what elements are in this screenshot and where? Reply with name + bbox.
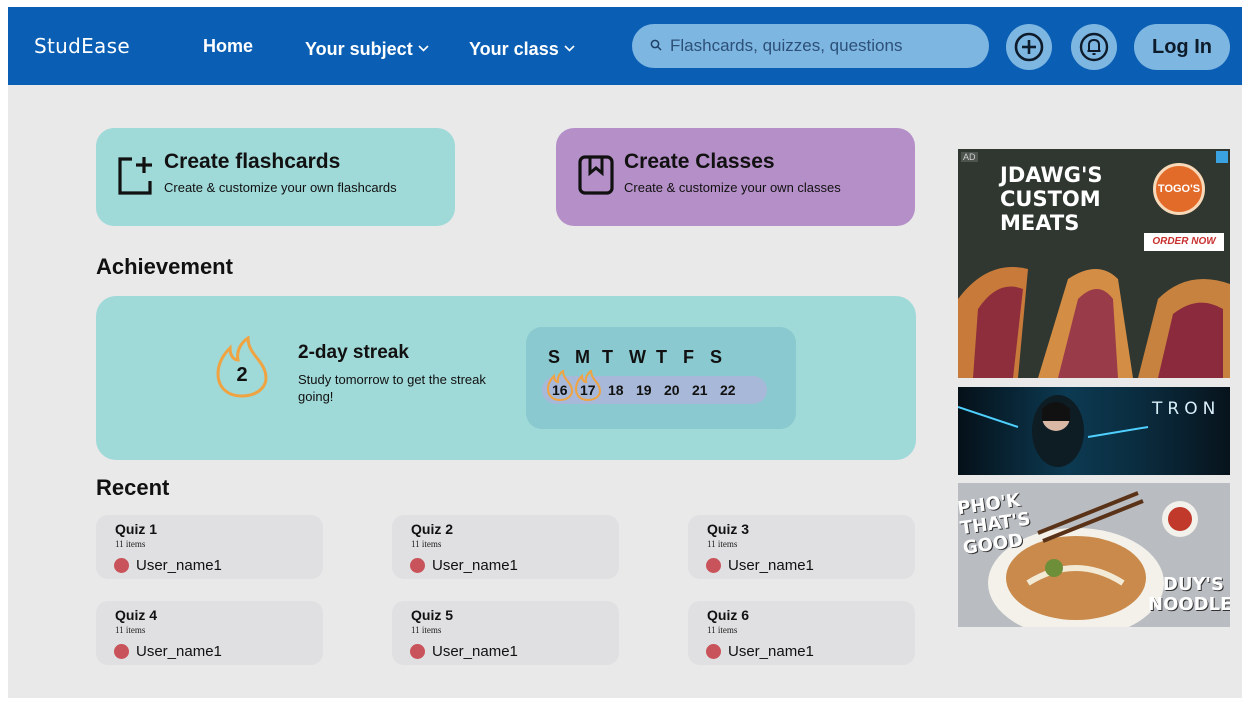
class-book-icon [578, 155, 614, 195]
ad-brand: DUY'S NOODLES [1148, 574, 1230, 615]
chevron-down-icon [564, 36, 575, 57]
quiz-author: User_name1 [432, 643, 518, 660]
recent-quiz-card[interactable]: Quiz 4 11 items User_name1 [96, 601, 323, 665]
ad-banner-tron[interactable]: TRON [958, 387, 1230, 475]
quiz-title: Quiz 3 [707, 521, 750, 537]
user-avatar-dot [410, 644, 425, 659]
flame-icon [574, 370, 602, 402]
recent-quiz-card[interactable]: Quiz 6 11 items User_name1 [688, 601, 915, 665]
quiz-item-count: 11 items [707, 625, 738, 635]
user-avatar-dot [706, 644, 721, 659]
recent-quiz-card[interactable]: Quiz 1 11 items User_name1 [96, 515, 323, 579]
quiz-author: User_name1 [728, 643, 814, 660]
weekday-label: W [629, 347, 646, 367]
bell-icon [1079, 32, 1109, 62]
brand-logo[interactable]: StudEase [34, 34, 130, 58]
recent-quiz-card[interactable]: Quiz 3 11 items User_name1 [688, 515, 915, 579]
calendar-weekdays: S M T W T F S [548, 347, 737, 368]
nav-subject-label: Your subject [305, 39, 413, 59]
create-classes-card[interactable]: Create Classes Create & customize your o… [556, 128, 915, 226]
create-flashcards-title: Create flashcards [164, 150, 341, 173]
quiz-item-count: 11 items [707, 539, 738, 549]
chevron-down-icon [418, 36, 429, 57]
create-flashcards-subtitle: Create & customize your own flashcards [164, 180, 397, 195]
streak-card: 2 2-day streak Study tomorrow to get the… [96, 296, 916, 460]
quiz-item-count: 11 items [115, 625, 146, 635]
nav-your-class[interactable]: Your class [469, 36, 575, 60]
weekday-label: S [710, 347, 723, 367]
ad-headline: TRON [1152, 399, 1221, 419]
recent-heading: Recent [96, 475, 170, 500]
weekday-label: T [602, 347, 613, 367]
user-avatar-dot [114, 558, 129, 573]
ad-headline: PHO'K THAT'S GOOD [958, 489, 1032, 559]
quiz-author: User_name1 [136, 557, 222, 574]
calendar-date: 21 [692, 382, 708, 398]
streak-calendar: S M T W T F S 16 17 18 19 20 21 22 [526, 327, 796, 429]
recent-quiz-card[interactable]: Quiz 5 11 items User_name1 [392, 601, 619, 665]
user-avatar-dot [410, 558, 425, 573]
ad-label: AD [961, 152, 978, 162]
quiz-title: Quiz 4 [115, 607, 158, 623]
quiz-item-count: 11 items [411, 539, 442, 549]
achievement-heading: Achievement [96, 254, 233, 279]
search-bar [632, 24, 989, 68]
calendar-date: 19 [636, 382, 652, 398]
ad-headline: JDAWG'S CUSTOM MEATS [1000, 163, 1103, 235]
top-navbar: StudEase Home Your subject Your class Lo… [8, 7, 1242, 85]
quiz-author: User_name1 [136, 643, 222, 660]
quiz-title: Quiz 5 [411, 607, 454, 623]
search-input[interactable] [670, 24, 980, 68]
nav-home[interactable]: Home [203, 36, 253, 57]
streak-count: 2 [236, 364, 248, 386]
weekday-label: S [548, 347, 561, 367]
calendar-date: 22 [720, 382, 736, 398]
quiz-title: Quiz 2 [411, 521, 454, 537]
add-button[interactable] [1006, 24, 1052, 70]
ad-banner-meats[interactable]: AD JDAWG'S CUSTOM MEATS TOGO'S ORDER NOW [958, 149, 1230, 378]
quiz-author: User_name1 [432, 557, 518, 574]
nav-class-label: Your class [469, 39, 559, 59]
quiz-item-count: 11 items [115, 539, 146, 549]
nav-home-label: Home [203, 36, 254, 56]
user-avatar-dot [706, 558, 721, 573]
togos-logo: TOGO'S [1153, 163, 1205, 215]
search-icon [650, 39, 662, 51]
plus-circle-icon [1014, 32, 1044, 62]
flame-icon [546, 370, 574, 402]
streak-subtitle: Study tomorrow to get the streak going! [298, 372, 486, 404]
login-button[interactable]: Log In [1134, 24, 1230, 70]
weekday-label: M [575, 347, 590, 367]
recent-quiz-card[interactable]: Quiz 2 11 items User_name1 [392, 515, 619, 579]
weekday-label: F [683, 347, 694, 367]
user-avatar-dot [114, 644, 129, 659]
quiz-title: Quiz 6 [707, 607, 750, 623]
add-flashcard-icon [118, 157, 152, 195]
calendar-date-active: 17 [574, 370, 608, 402]
create-flashcards-card[interactable]: Create flashcards Create & customize you… [96, 128, 455, 226]
quiz-author: User_name1 [728, 557, 814, 574]
quiz-item-count: 11 items [411, 625, 442, 635]
streak-title: 2-day streak [298, 342, 409, 363]
create-classes-subtitle: Create & customize your own classes [624, 180, 841, 195]
quiz-title: Quiz 1 [115, 521, 158, 537]
ad-banner-noodles[interactable]: PHO'K THAT'S GOOD DUY'S NOODLES [958, 483, 1230, 627]
app-frame: StudEase Home Your subject Your class Lo… [8, 7, 1242, 698]
notifications-button[interactable] [1071, 24, 1117, 70]
calendar-dates: 16 17 18 19 20 21 22 [546, 370, 748, 402]
weekday-label: T [656, 347, 667, 367]
create-classes-title: Create Classes [624, 150, 775, 173]
adchoices-icon[interactable] [1216, 151, 1228, 163]
order-now-button[interactable]: ORDER NOW [1144, 233, 1224, 251]
nav-your-subject[interactable]: Your subject [305, 36, 429, 60]
calendar-date: 18 [608, 382, 624, 398]
calendar-date: 20 [664, 382, 680, 398]
